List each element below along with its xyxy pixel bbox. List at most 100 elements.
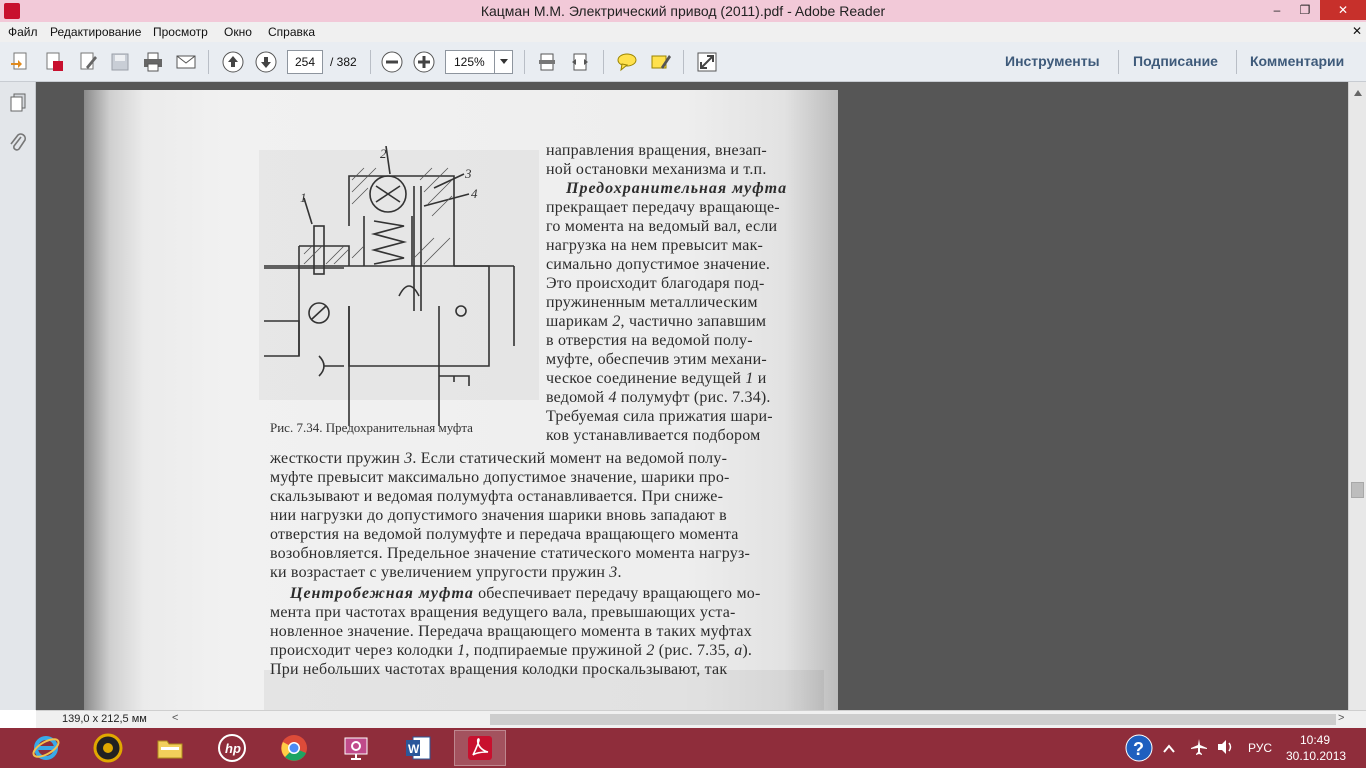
- text-line: ки возрастает с увеличением упругости пр…: [270, 564, 622, 582]
- input-language[interactable]: РУС: [1248, 741, 1272, 755]
- text-span: и: [753, 370, 767, 387]
- toolbar-separator: [1118, 50, 1119, 74]
- text-span: , частично запавшим: [620, 313, 767, 330]
- print-icon[interactable]: [141, 50, 165, 74]
- text-line: нагрузка на нем превысит мак-: [546, 237, 764, 254]
- figure-label-1: 1: [300, 190, 307, 205]
- page-thumbnails-icon[interactable]: [8, 92, 28, 117]
- comment-icon[interactable]: [615, 50, 639, 74]
- document-view[interactable]: 1 2 3 4 Рис. 7.34. Предохранительная муф…: [36, 82, 1348, 710]
- text-span: . Если статический момент на ведомой пол…: [412, 450, 728, 467]
- media-player-icon[interactable]: [82, 730, 134, 766]
- save-icon[interactable]: [108, 50, 132, 74]
- text-line: скальзывают и ведомая полумуфта останавл…: [270, 488, 724, 505]
- zoom-value: 125%: [454, 55, 485, 69]
- attachments-icon[interactable]: [8, 132, 28, 159]
- zoom-in-icon[interactable]: [412, 50, 436, 74]
- vertical-scrollbar[interactable]: [1348, 82, 1366, 710]
- clock-time[interactable]: 10:49: [1300, 733, 1330, 747]
- figure-label-2: 2: [380, 146, 387, 161]
- text-span: (рис. 7.35,: [654, 642, 735, 659]
- text-line: жесткости пружин 3. Если статический мом…: [270, 450, 727, 468]
- text-span: , подпираемые пружиной: [465, 642, 647, 659]
- text-line: в отверстия на ведомой полу-: [546, 332, 753, 349]
- highlight-icon[interactable]: [648, 50, 672, 74]
- chevron-down-icon[interactable]: [494, 51, 512, 73]
- toolbar-separator: [524, 50, 525, 74]
- close-button[interactable]: ✕: [1320, 0, 1366, 20]
- svg-text:W: W: [408, 742, 420, 756]
- hp-icon[interactable]: hp: [206, 730, 258, 766]
- horizontal-scrollbar[interactable]: 139,0 x 212,5 мм < >: [36, 710, 1366, 728]
- scroll-right-icon[interactable]: >: [1338, 712, 1344, 724]
- text-span: 3: [609, 564, 618, 581]
- text-line: Центробежная муфта обеспечивает передачу…: [290, 585, 761, 603]
- maximize-button[interactable]: ❐: [1292, 0, 1318, 20]
- text-span: ведомой: [546, 389, 609, 406]
- menu-file[interactable]: Файл: [8, 25, 38, 39]
- fullscreen-icon[interactable]: [695, 50, 719, 74]
- taskbar: hp W ? РУС 10:49 30.10.2013: [0, 728, 1366, 768]
- figure-label-3: 3: [464, 166, 472, 181]
- zoom-out-icon[interactable]: [380, 50, 404, 74]
- close-document-button[interactable]: ✕: [1352, 24, 1362, 38]
- text-line: новленное значение. Передача вращающего …: [270, 623, 752, 640]
- menu-view[interactable]: Просмотр: [153, 25, 208, 39]
- toolbar-separator: [1236, 50, 1237, 74]
- text-line: происходит через колодки 1, подпираемые …: [270, 642, 752, 660]
- chrome-icon[interactable]: [268, 730, 320, 766]
- help-icon[interactable]: ?: [1124, 733, 1154, 768]
- internet-explorer-icon[interactable]: [20, 730, 72, 766]
- tools-link[interactable]: Инструменты: [1005, 53, 1100, 69]
- window-title: Кацман М.М. Электрический привод (2011).…: [480, 3, 886, 19]
- horizontal-scroll-thumb[interactable]: [490, 714, 1336, 725]
- menu-window[interactable]: Окно: [224, 25, 252, 39]
- text-line: шарикам 2, частично запавшим: [546, 313, 766, 331]
- sign-link[interactable]: Подписание: [1133, 53, 1218, 69]
- remote-desktop-icon[interactable]: [330, 730, 382, 766]
- clock-date[interactable]: 30.10.2013: [1286, 749, 1346, 763]
- create-pdf-icon[interactable]: [8, 50, 32, 74]
- airplane-mode-icon[interactable]: [1190, 738, 1208, 761]
- minimize-button[interactable]: –: [1264, 0, 1290, 20]
- menu-edit[interactable]: Редактирование: [50, 25, 141, 39]
- scroll-left-icon[interactable]: <: [172, 712, 178, 724]
- text-line: Требуемая сила прижатия шари-: [546, 408, 773, 425]
- svg-text:?: ?: [1133, 739, 1144, 759]
- figure-label-4: 4: [471, 186, 478, 201]
- title-bar: Кацман М.М. Электрический привод (2011).…: [0, 0, 1366, 22]
- page-size-label: 139,0 x 212,5 мм: [62, 713, 147, 725]
- next-page-icon[interactable]: [254, 50, 278, 74]
- volume-icon[interactable]: [1216, 738, 1234, 761]
- text-line: ведомой 4 полумуфт (рис. 7.34).: [546, 389, 771, 407]
- text-line: муфте, обеспечив этим механи-: [546, 351, 767, 368]
- menu-bar: Файл Редактирование Просмотр Окно Справк…: [0, 22, 1366, 42]
- text-span: 2: [612, 313, 621, 330]
- text-span: 2: [646, 642, 655, 659]
- text-span: происходит через колодки: [270, 642, 458, 659]
- adobe-reader-taskbar-icon[interactable]: [454, 730, 506, 766]
- navigation-panel: [0, 82, 36, 710]
- text-line: ческое соединение ведущей 1 и: [546, 370, 767, 388]
- text-line: ков устанавливается подбором: [546, 427, 761, 444]
- previous-page-icon[interactable]: [221, 50, 245, 74]
- fit-width-icon[interactable]: [568, 50, 592, 74]
- convert-pdf-icon[interactable]: [42, 50, 66, 74]
- pdf-page: 1 2 3 4 Рис. 7.34. Предохранительная муф…: [84, 90, 838, 710]
- comments-link[interactable]: Комментарии: [1250, 53, 1344, 69]
- word-icon[interactable]: W: [392, 730, 444, 766]
- zoom-select[interactable]: 125%: [445, 50, 513, 74]
- text-line: муфте превысит максимально допустимое зн…: [270, 469, 730, 486]
- file-explorer-icon[interactable]: [144, 730, 196, 766]
- email-icon[interactable]: [174, 50, 198, 74]
- vertical-scroll-thumb[interactable]: [1351, 482, 1364, 498]
- show-hidden-icons-icon[interactable]: [1163, 741, 1175, 759]
- edit-pdf-icon[interactable]: [76, 50, 100, 74]
- fit-page-icon[interactable]: [535, 50, 559, 74]
- scroll-up-icon[interactable]: [1353, 84, 1363, 102]
- page-number-input[interactable]: 254: [287, 50, 323, 74]
- menu-help[interactable]: Справка: [268, 25, 315, 39]
- text-line: При небольших частотах вращения колодки …: [270, 661, 728, 678]
- text-line: отверстия на ведомой полумуфте и передач…: [270, 526, 739, 543]
- text-span: обеспечивает передачу вращающего мо-: [473, 585, 761, 602]
